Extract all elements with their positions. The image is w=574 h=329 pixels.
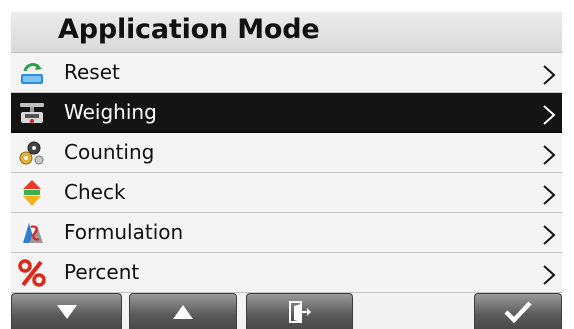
menu-item-label: Reset — [64, 60, 120, 84]
arrow-down-icon — [56, 304, 77, 319]
chevron-right-icon — [542, 64, 556, 86]
menu-item-formulation[interactable]: Formulation — [11, 213, 562, 253]
menu-item-check[interactable]: Check — [11, 173, 562, 213]
menu-item-percent[interactable]: Percent — [11, 253, 562, 293]
chevron-right-icon — [542, 104, 556, 126]
title-bar: Application Mode — [11, 12, 562, 53]
menu-item-label: Weighing — [64, 100, 157, 124]
application-mode-screen: Application Mode Reset Weighing Counting… — [11, 12, 562, 329]
exit-button[interactable] — [246, 293, 353, 329]
percent-icon — [17, 259, 47, 287]
menu-item-label: Check — [64, 180, 126, 204]
softkey-bar — [11, 293, 562, 329]
formulation-icon — [17, 219, 47, 247]
counting-icon — [17, 139, 47, 167]
arrow-up-icon — [173, 304, 193, 319]
check-weighing-icon — [17, 179, 47, 207]
chevron-right-icon — [542, 264, 556, 286]
menu-item-weighing[interactable]: Weighing — [11, 93, 562, 133]
exit-door-icon — [288, 300, 311, 323]
scroll-up-button[interactable] — [129, 293, 237, 329]
scale-icon — [17, 99, 47, 127]
accept-button[interactable] — [474, 293, 562, 329]
chevron-right-icon — [542, 224, 556, 246]
checkmark-icon — [504, 300, 532, 323]
menu-item-label: Formulation — [64, 220, 184, 244]
reset-icon — [17, 59, 47, 87]
scroll-down-button[interactable] — [11, 293, 122, 329]
menu-item-counting[interactable]: Counting — [11, 133, 562, 173]
menu-item-label: Counting — [64, 140, 155, 164]
page-title: Application Mode — [58, 14, 320, 45]
menu-item-label: Percent — [64, 260, 140, 284]
chevron-right-icon — [542, 144, 556, 166]
menu-list: Reset Weighing Counting Check Formulatio… — [11, 53, 562, 293]
chevron-right-icon — [542, 184, 556, 206]
menu-item-reset[interactable]: Reset — [11, 53, 562, 93]
